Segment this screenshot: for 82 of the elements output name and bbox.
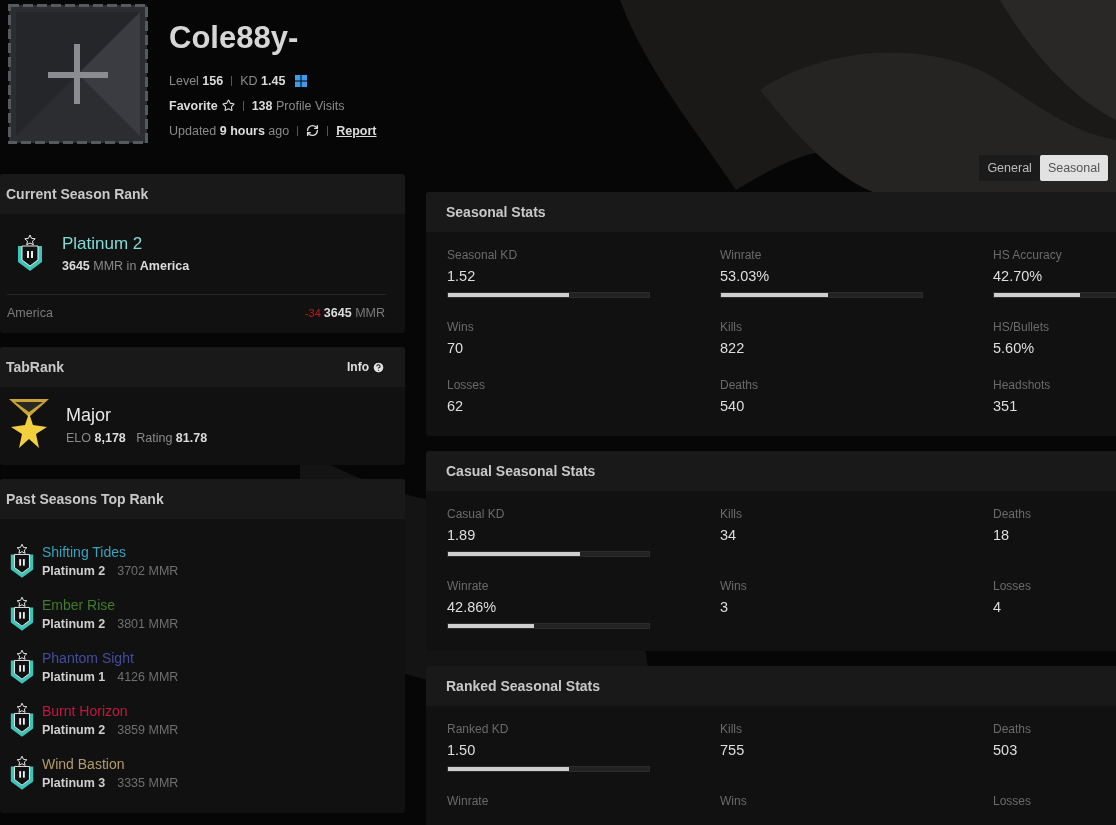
stat-label: Seasonal KD (447, 248, 519, 262)
stat-label: Kills (720, 722, 743, 736)
season-name: Burnt Horizon (42, 703, 129, 719)
help-icon (372, 360, 385, 374)
stat-value: 4 (993, 599, 1003, 615)
rank-name: Platinum 2 (62, 233, 144, 254)
info-button[interactable]: Info (347, 360, 385, 374)
panel-title: Past Seasons Top Rank (0, 479, 405, 519)
season-mmr: 4126 MMR (117, 670, 179, 684)
refresh-button[interactable] (306, 124, 320, 137)
stat-label: Losses (993, 794, 1033, 808)
mmr-change: -34 (304, 307, 321, 319)
panel-title: Current Season Rank (0, 174, 405, 214)
stat-label: Kills (720, 320, 743, 334)
windows-icon (295, 74, 308, 87)
stat-value: 540 (720, 398, 746, 414)
panel-title: TabRank (6, 359, 65, 375)
rank-detail: ELO 8,178 Rating 81.78 (66, 431, 208, 445)
stat-label: HS Accuracy (993, 248, 1063, 262)
stat-label: Wins (720, 579, 748, 593)
stat-value: 18 (993, 527, 1011, 543)
stat-value: 1.52 (447, 268, 477, 284)
season-rank: Platinum 3 (42, 776, 106, 790)
stat-label: HS/Bullets (993, 320, 1051, 334)
rank-name: Major (66, 405, 112, 426)
stat-value: 1.89 (447, 527, 477, 543)
tab[interactable]: Seasonal (1039, 155, 1108, 181)
player-name: Cole88y- (169, 20, 300, 56)
stat-label: Deaths (993, 722, 1033, 736)
section-title: Ranked Seasonal Stats (426, 666, 1116, 706)
season-mmr: 3335 MMR (117, 776, 179, 790)
stat-value: 42.70% (993, 268, 1044, 284)
region-label: America (7, 306, 53, 320)
stat-label: Winrate (447, 579, 490, 593)
season-rank: Platinum 2 (42, 564, 106, 578)
favorite-button[interactable]: Favorite (169, 98, 235, 113)
stat-value: 5.60% (993, 340, 1036, 356)
stat-value: 34 (720, 527, 738, 543)
stat-label: Deaths (720, 378, 760, 392)
stat-label: Losses (447, 378, 487, 392)
stat-value: 3 (720, 599, 730, 615)
season-rank: Platinum 2 (42, 617, 106, 631)
stat-label: Losses (993, 579, 1033, 593)
season-mmr: 3859 MMR (117, 723, 179, 737)
season-rank: Platinum 1 (42, 670, 106, 684)
season-rank: Platinum 2 (42, 723, 106, 737)
tab[interactable]: General (979, 155, 1040, 181)
stat-value: 503 (993, 742, 1019, 758)
season-name: Wind Bastion (42, 756, 126, 772)
section-title: Casual Seasonal Stats (426, 451, 1116, 491)
stat-label: Winrate (720, 248, 763, 262)
season-name: Shifting Tides (42, 544, 128, 560)
stat-label: Kills (720, 507, 743, 521)
star-badge-icon (9, 399, 49, 451)
stat-label: Wins (447, 320, 475, 334)
stat-value: 62 (447, 398, 465, 414)
stat-value: 53.03% (720, 268, 771, 284)
mmr-value: 3645 MMR (323, 306, 385, 320)
stat-value: 351 (993, 398, 1019, 414)
stat-value: 822 (720, 340, 746, 356)
section-title: Seasonal Stats (426, 192, 1116, 232)
stat-label: Ranked KD (447, 722, 510, 736)
stat-label: Wins (720, 794, 748, 808)
season-name: Ember Rise (42, 597, 117, 613)
stat-label: Winrate (447, 794, 490, 808)
profile-visits: 138 Profile Visits (251, 98, 345, 113)
rank-detail: 3645 MMR in America (62, 258, 190, 273)
stat-label: Deaths (993, 507, 1033, 521)
stat-label: Headshots (993, 378, 1052, 392)
season-mmr: 3801 MMR (117, 617, 179, 631)
stat-value: 42.86% (447, 599, 498, 615)
kd-text: KD 1.45 (240, 73, 286, 88)
stat-value: 70 (447, 340, 465, 356)
updated-text: Updated 9 hours ago (169, 123, 290, 138)
avatar-icon (8, 4, 148, 144)
stat-value: 755 (720, 742, 746, 758)
stat-value: 1.50 (447, 742, 477, 758)
season-name: Phantom Sight (42, 650, 135, 666)
season-mmr: 3702 MMR (117, 564, 179, 578)
stat-label: Casual KD (447, 507, 506, 521)
level-text: Level 156 (169, 73, 224, 88)
report-link[interactable]: Report (336, 123, 377, 138)
